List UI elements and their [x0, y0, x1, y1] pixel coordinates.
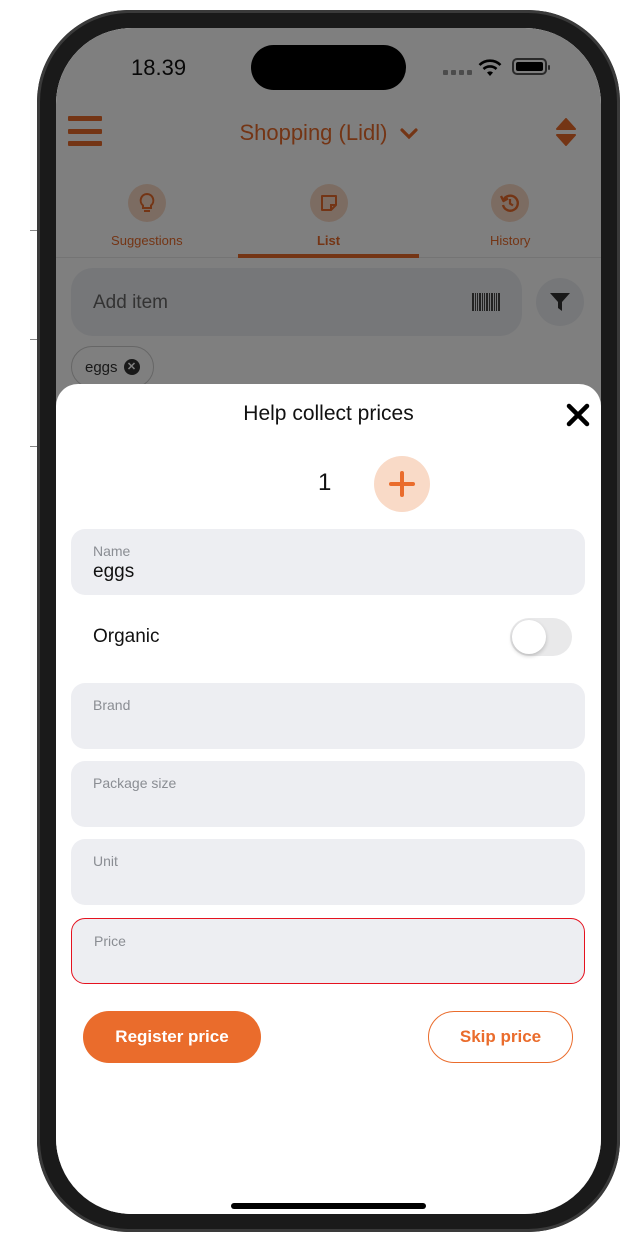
skip-price-button[interactable]: Skip price	[428, 1011, 573, 1063]
unit-label: Unit	[93, 853, 118, 869]
organic-toggle[interactable]	[510, 618, 572, 656]
unit-field[interactable]: Unit	[71, 839, 585, 905]
sheet-title: Help collect prices	[243, 402, 414, 425]
price-label: Price	[94, 933, 126, 949]
quantity-value: 1	[318, 469, 332, 496]
phone-frame: 18.39 Shopping (Lidl)	[37, 10, 620, 1232]
app-background: 18.39 Shopping (Lidl)	[56, 28, 601, 1214]
price-field[interactable]: Price	[71, 918, 585, 984]
plus-icon	[389, 471, 415, 497]
name-field[interactable]: Name eggs	[71, 529, 585, 595]
price-sheet: Help collect prices 1 Name eggs Organic …	[56, 384, 601, 1214]
organic-label: Organic	[93, 626, 160, 647]
home-indicator[interactable]	[231, 1203, 426, 1209]
brand-label: Brand	[93, 697, 131, 713]
name-label: Name	[93, 543, 131, 559]
register-price-button[interactable]: Register price	[83, 1011, 261, 1063]
brand-field[interactable]: Brand	[71, 683, 585, 749]
close-icon[interactable]	[565, 402, 591, 428]
screen: 18.39 Shopping (Lidl)	[56, 28, 601, 1214]
name-value: eggs	[93, 561, 135, 582]
package-size-field[interactable]: Package size	[71, 761, 585, 827]
package-size-label: Package size	[93, 775, 177, 791]
increment-button[interactable]	[374, 456, 430, 512]
